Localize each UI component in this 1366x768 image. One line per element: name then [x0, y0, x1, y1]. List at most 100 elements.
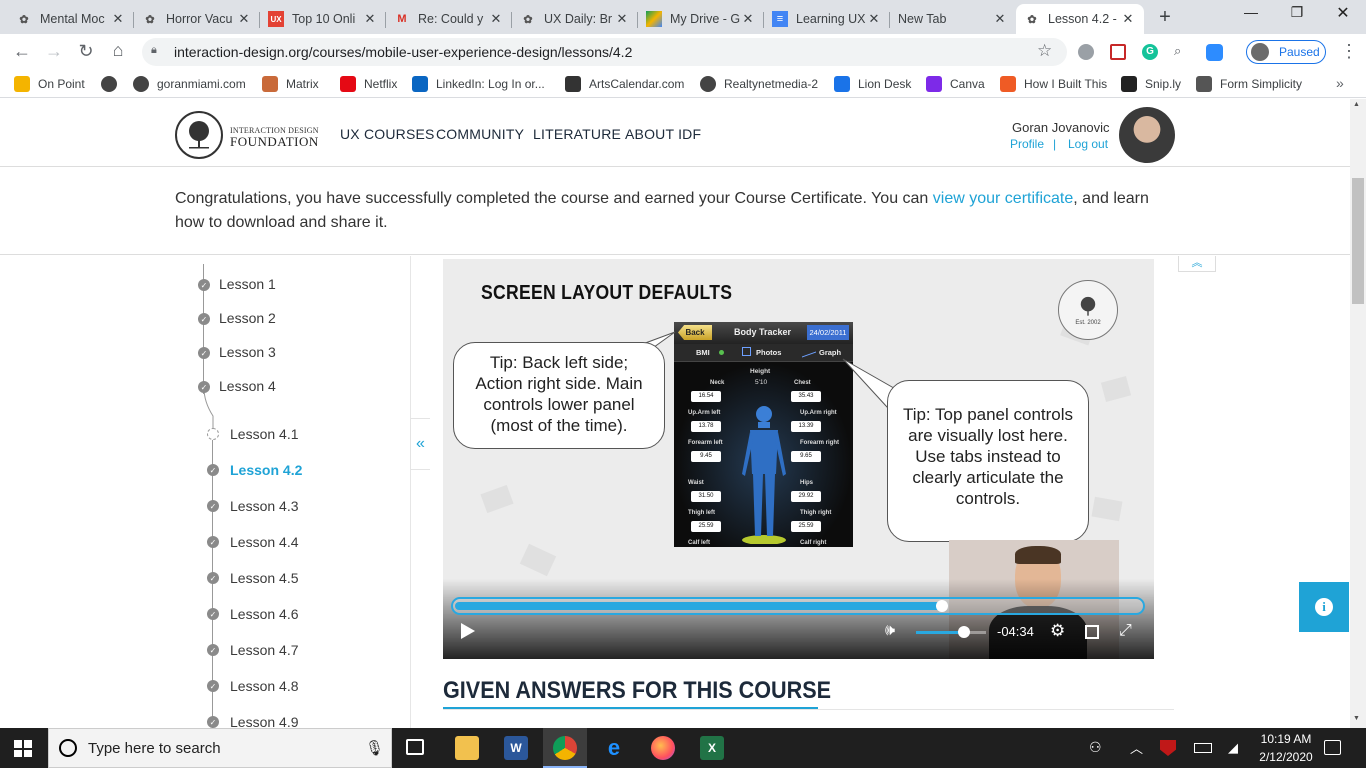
sidebar-lesson-link[interactable]: Lesson 4: [219, 378, 276, 394]
close-tab-icon[interactable]: ✕: [992, 11, 1008, 27]
close-tab-icon[interactable]: ✕: [740, 11, 756, 27]
browser-tab[interactable]: ✿ Mental Moc ✕: [8, 4, 134, 34]
logout-link[interactable]: Log out: [1068, 137, 1108, 151]
scroll-top-button[interactable]: ︽: [1178, 256, 1216, 272]
browser-tab[interactable]: ✿ Lesson 4.2 - ✕: [1016, 4, 1144, 34]
volume-slider[interactable]: [916, 626, 986, 638]
user-avatar[interactable]: [1119, 107, 1175, 163]
browser-tab[interactable]: M Re: Could y ✕: [386, 4, 512, 34]
bookmark-item[interactable]: Snip.ly: [1121, 76, 1181, 92]
sidebar-lesson-link[interactable]: Lesson 1: [219, 276, 276, 292]
url-text[interactable]: interaction-design.org/courses/mobile-us…: [174, 44, 632, 60]
new-tab-button[interactable]: +: [1154, 6, 1176, 28]
maximize-button[interactable]: ❐: [1282, 4, 1312, 26]
sidebar-lesson-link[interactable]: Lesson 3: [219, 344, 276, 360]
browser-tab[interactable]: ✿ UX Daily: Br ✕: [512, 4, 638, 34]
sidebar-sublesson-link[interactable]: Lesson 4.7: [230, 642, 299, 658]
popout-icon[interactable]: [1085, 625, 1099, 639]
bookmark-star-icon[interactable]: ☆: [1037, 41, 1052, 61]
close-tab-icon[interactable]: ✕: [362, 11, 378, 27]
sidebar-sublesson-link[interactable]: Lesson 4.8: [230, 678, 299, 694]
extension-icon[interactable]: [1110, 44, 1126, 60]
bookmark-item[interactable]: Matrix: [262, 76, 319, 92]
video-player[interactable]: SCREEN LAYOUT DEFAULTS Est. 2002 Back Bo…: [443, 259, 1154, 659]
browser-tab[interactable]: UX Top 10 Onli ✕: [260, 4, 386, 34]
progress-knob[interactable]: [936, 600, 949, 612]
browser-tab[interactable]: My Drive - G ✕: [638, 4, 764, 34]
back-icon[interactable]: ←: [10, 41, 34, 65]
notification-icon[interactable]: [1324, 740, 1341, 755]
bookmark-item[interactable]: [101, 76, 125, 92]
bookmark-item[interactable]: Form Simplicity: [1196, 76, 1302, 92]
sidebar-sublesson-link[interactable]: Lesson 4.9: [230, 714, 299, 730]
close-tab-icon[interactable]: ✕: [488, 11, 504, 27]
sidebar-sublesson-link[interactable]: Lesson 4.1: [230, 426, 299, 442]
settings-gear-icon[interactable]: ⚙︎: [1050, 621, 1065, 641]
sidebar-sublesson-link[interactable]: Lesson 4.4: [230, 534, 299, 550]
battery-icon[interactable]: [1194, 743, 1212, 753]
firefox-icon[interactable]: [651, 736, 675, 760]
bookmark-item[interactable]: Canva: [926, 76, 985, 92]
bookmark-item[interactable]: On Point: [14, 76, 85, 92]
bookmark-item[interactable]: LinkedIn: Log In or...: [412, 76, 545, 92]
bookmark-item[interactable]: Lion Desk: [834, 76, 911, 92]
home-icon[interactable]: ⌂: [106, 40, 130, 64]
info-button[interactable]: i: [1299, 582, 1349, 632]
volume-icon[interactable]: 🕪︎: [885, 622, 895, 640]
show-hidden-icons[interactable]: ︿: [1130, 738, 1143, 757]
bookmark-item[interactable]: ArtsCalendar.com: [565, 76, 684, 92]
scroll-down-arrow[interactable]: ▼: [1353, 715, 1360, 722]
word-icon[interactable]: W: [504, 736, 528, 760]
browser-tab[interactable]: ≡ Learning UX ✕: [764, 4, 890, 34]
reload-icon[interactable]: ↻: [74, 41, 98, 65]
taskbar-time[interactable]: 10:19 AM: [1257, 732, 1315, 746]
nav-link[interactable]: ABOUT IDF: [625, 126, 701, 142]
view-certificate-link[interactable]: view your certificate: [933, 190, 1074, 207]
sidebar-sublesson-link[interactable]: Lesson 4.5: [230, 570, 299, 586]
chrome-icon[interactable]: [553, 736, 577, 760]
browser-tab[interactable]: New Tab ✕: [890, 4, 1016, 34]
scroll-up-arrow[interactable]: ▲: [1353, 101, 1360, 108]
volume-knob[interactable]: [957, 626, 970, 638]
bookmarks-overflow-icon[interactable]: »: [1336, 75, 1344, 91]
edge-icon[interactable]: e: [602, 735, 626, 760]
close-tab-icon[interactable]: ✕: [866, 11, 882, 27]
search-extension-icon[interactable]: ⌕: [1174, 43, 1181, 59]
site-logo[interactable]: [175, 111, 223, 159]
close-tab-icon[interactable]: ✕: [614, 11, 630, 27]
windows-start-icon[interactable]: [14, 740, 32, 757]
close-tab-icon[interactable]: ✕: [1120, 11, 1136, 27]
sidebar-lesson-link[interactable]: Lesson 2: [219, 310, 276, 326]
wifi-icon[interactable]: ◢: [1228, 740, 1238, 756]
lock-icon[interactable]: 🔒︎: [151, 44, 163, 58]
menu-icon[interactable]: ⋮: [1340, 41, 1358, 62]
nav-link[interactable]: COMMUNITY: [436, 126, 524, 142]
scrollbar-thumb[interactable]: [1352, 178, 1364, 304]
profile-link[interactable]: Profile: [1010, 137, 1044, 151]
extension-icon[interactable]: [1078, 44, 1094, 60]
sidebar-sublesson-link[interactable]: Lesson 4.6: [230, 606, 299, 622]
forward-icon[interactable]: →: [42, 41, 66, 65]
profile-paused-button[interactable]: Paused: [1246, 40, 1326, 64]
sidebar-sublesson-link[interactable]: Lesson 4.2: [230, 462, 302, 478]
close-tab-icon[interactable]: ✕: [236, 11, 252, 27]
excel-icon[interactable]: X: [700, 736, 724, 760]
minimize-button[interactable]: —: [1236, 4, 1266, 26]
task-view-icon[interactable]: [406, 739, 424, 755]
play-button[interactable]: [461, 623, 475, 639]
close-window-button[interactable]: ✕: [1328, 3, 1358, 25]
browser-tab[interactable]: ✿ Horror Vacu ✕: [134, 4, 260, 34]
grammarly-icon[interactable]: G: [1142, 44, 1158, 60]
bookmark-item[interactable]: How I Built This: [1000, 76, 1107, 92]
nav-link[interactable]: UX COURSES: [340, 126, 435, 142]
sidebar-sublesson-link[interactable]: Lesson 4.3: [230, 498, 299, 514]
bookmark-item[interactable]: Realtynetmedia-2: [700, 76, 818, 92]
sidebar-collapse-button[interactable]: «: [410, 418, 430, 470]
microphone-icon[interactable]: 🎙︎: [365, 739, 384, 757]
bookmark-item[interactable]: goranmiami.com: [133, 76, 246, 92]
file-explorer-icon[interactable]: [455, 736, 479, 760]
nav-link[interactable]: LITERATURE: [533, 126, 621, 142]
zoom-icon[interactable]: [1206, 44, 1223, 61]
progress-bar[interactable]: [451, 597, 1145, 615]
people-icon[interactable]: ⚇: [1089, 739, 1102, 756]
